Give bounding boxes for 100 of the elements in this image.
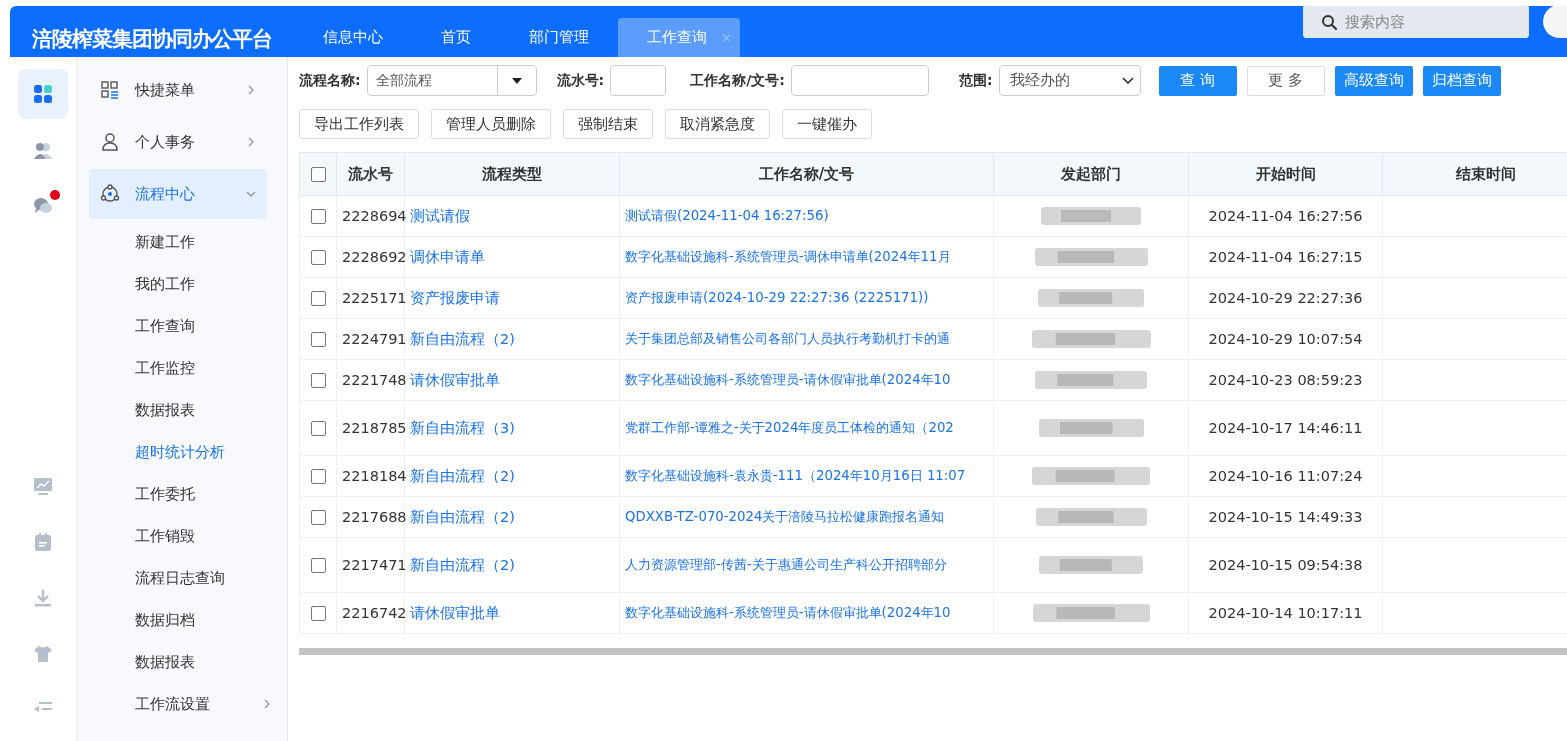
caret-icon [511,77,522,84]
table-cell: 2024-10-15 14:49:33 [1188,496,1383,538]
sidebar-subitem[interactable]: 流程日志查询 [77,557,287,599]
serial-field[interactable] [610,65,667,96]
sidebar-subitem[interactable]: 超时统计分析 [77,431,287,473]
table-cell: 2221748 [336,359,405,401]
work-title-link[interactable]: 关于集团总部及销售公司各部门人员执行考勤机打卡的通 [619,318,994,360]
scrollbar[interactable] [299,648,1567,655]
table-cell: 2024-10-29 22:27:36 [1188,277,1383,319]
work-title-link[interactable]: 数字化基础设施科-袁永贵-111（2024年10月16日 11:07 [619,455,994,497]
work-title-link[interactable]: 数字化基础设施科-系统管理员-请休假审批单(2024年10 [619,359,994,401]
column-header: 结束时间 [1382,152,1567,196]
nav-tab[interactable]: 工作查询 × [618,18,740,57]
table-cell: 2024-10-14 10:17:11 [1188,592,1383,634]
work-title-link[interactable]: 测试请假(2024-11-04 16:27:56) [619,195,994,237]
table-cell: 2024-10-23 08:59:23 [1188,359,1383,401]
column-header: 工作名称/文号 [619,152,994,196]
nav-tab[interactable]: 首页 [412,18,500,57]
sidebar-subitem[interactable]: 工作销毁 [77,515,287,557]
column-header: 流程类型 [404,152,620,196]
row-checkbox[interactable] [310,469,326,485]
apps-icon [33,84,53,104]
column-header: 发起部门 [993,152,1189,196]
sidebar-item[interactable]: 流程中心 [89,169,267,219]
table-cell: 2228694 [336,195,405,237]
work-name-field[interactable] [790,65,929,96]
sidebar-subitem[interactable]: 数据归档 [77,599,287,641]
work-title-link[interactable]: 数字化基础设施科-系统管理员-请休假审批单(2024年10 [619,592,994,634]
chat-icon[interactable] [33,196,53,216]
query-button[interactable]: 高级查询 [1334,65,1413,96]
table-cell: 2024-11-04 16:27:56 [1188,195,1383,237]
flow-type-link[interactable]: 新自由流程（3) [404,400,620,456]
action-button[interactable]: 导出工作列表 [299,109,419,139]
flow-type-link[interactable]: 调休申请单 [404,236,620,278]
scope-select[interactable]: 我经办的 [998,65,1141,96]
search-field[interactable]: 搜索内容 [1303,6,1529,38]
table-cell: 2024-10-16 11:07:24 [1188,455,1383,497]
table-cell: 2225171 [336,277,405,319]
table-cell: 2024-10-15 09:54:38 [1188,537,1383,593]
action-button[interactable]: 一键催办 [782,109,872,139]
action-button[interactable]: 取消紧急度 [665,109,770,139]
query-button[interactable]: 归档查询 [1422,65,1501,96]
person-icon [100,132,120,152]
row-checkbox[interactable] [310,332,326,348]
flow-type-link[interactable]: 新自由流程（2) [404,318,620,360]
field-label: 工作名称/文号: [690,71,785,90]
field-label: 范围: [958,71,993,90]
row-checkbox[interactable] [310,421,326,437]
query-button[interactable]: 更 多 [1246,65,1325,96]
sidebar-subitem[interactable]: 工作监控 [77,347,287,389]
table-cell: 2224791 [336,318,405,360]
sidebar-subitem[interactable]: 新建工作 [77,221,287,263]
sidebar-subitem[interactable]: 工作流设置 [77,683,287,725]
column-header: 开始时间 [1188,152,1383,196]
work-title-link[interactable]: 数字化基础设施科-系统管理员-调休申请单(2024年11月 [619,236,994,278]
sidebar-subitem[interactable]: 数据报表 [77,641,287,683]
users-icon[interactable] [33,140,53,160]
row-checkbox[interactable] [310,558,326,574]
work-title-link[interactable]: QDXXB-TZ-070-2024关于涪陵马拉松健康跑报名通知 [619,496,994,538]
table-cell: 2217471 [336,537,405,593]
row-checkbox[interactable] [310,510,326,526]
flow-select[interactable]: 全部流程 [366,65,537,96]
table-cell: 2024-10-29 10:07:54 [1188,318,1383,360]
header-checkbox[interactable] [310,167,326,182]
avatar[interactable] [1543,6,1567,38]
query-button[interactable]: 查 询 [1158,65,1237,96]
row-checkbox[interactable] [310,291,326,307]
sidebar-item[interactable]: 个人事务 [89,117,267,167]
search-icon [1321,14,1337,30]
sidebar-subitem[interactable]: 工作委托 [77,473,287,515]
field-label: 流程名称: [299,71,361,90]
row-checkbox[interactable] [310,250,326,266]
sidebar-subitem[interactable]: 工作查询 [77,305,287,347]
table-cell: 2228692 [336,236,405,278]
sidebar-subitem[interactable]: 数据报表 [77,389,287,431]
nav-tab[interactable]: 信息中心 [294,18,412,57]
chevron-down-icon [1121,76,1134,85]
table-cell: 2218184 [336,455,405,497]
flow-type-link[interactable]: 请休假审批单 [404,592,620,634]
row-checkbox[interactable] [310,606,326,622]
table-cell: 2024-10-17 14:46:11 [1188,400,1383,456]
sidebar-item[interactable]: 快捷菜单 [89,65,267,115]
grid-icon [100,80,120,100]
rail-button[interactable] [18,69,68,119]
row-checkbox[interactable] [310,373,326,389]
flow-type-link[interactable]: 资产报废申请 [404,277,620,319]
sidebar-subitem[interactable]: 我的工作 [77,263,287,305]
field-label: 流水号: [556,71,605,90]
clipboard-icon[interactable] [33,532,53,552]
table-cell: 2216742 [336,592,405,634]
row-checkbox[interactable] [310,209,326,225]
flow-type-link[interactable]: 新自由流程（2) [404,537,620,593]
work-title-link[interactable]: 资产报废申请(2024-10-29 22:27:36 (2225171)) [619,277,994,319]
action-button[interactable]: 强制结束 [563,109,653,139]
action-button[interactable]: 管理人员删除 [431,109,551,139]
table-cell: 2218785 [336,400,405,456]
nav-tab[interactable]: 部门管理 [500,18,618,57]
work-title-link[interactable]: 人力资源管理部-传茜-关于惠通公司生产科公开招聘部分 [619,537,994,593]
work-title-link[interactable]: 党群工作部-谭雅之-关于2024年度员工体检的通知（202 [619,400,994,456]
table-cell: 2217688 [336,496,405,538]
